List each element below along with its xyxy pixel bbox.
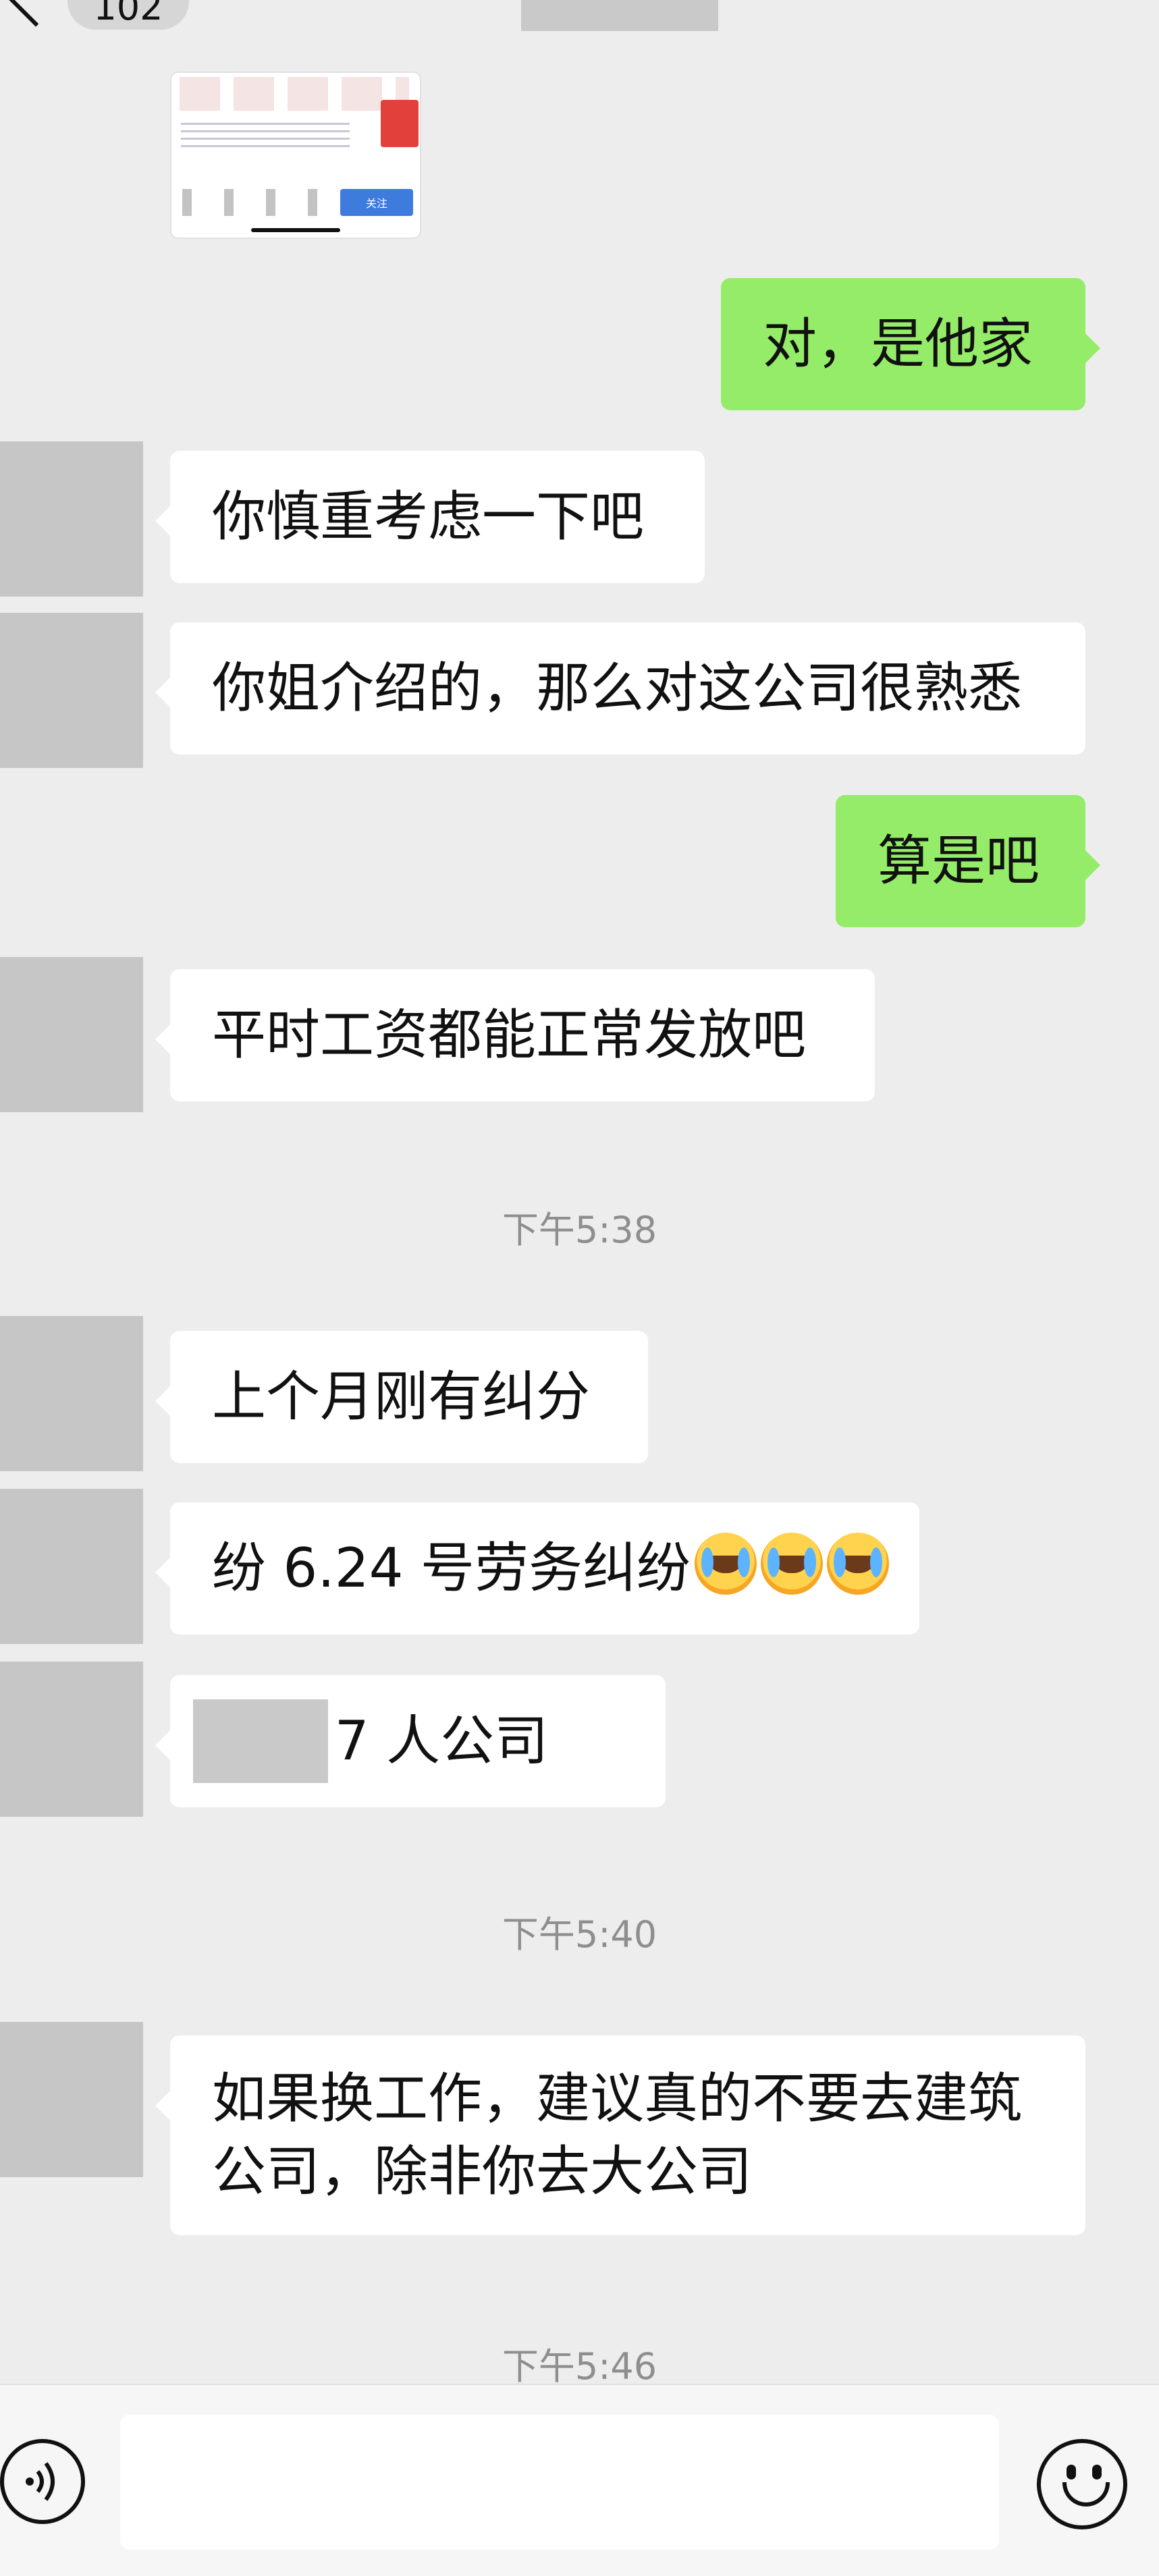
avatar[interactable] bbox=[0, 2022, 143, 2177]
message-text: 上个月刚有纠分 bbox=[212, 1365, 590, 1428]
thumbnail-red-card bbox=[381, 100, 419, 147]
message-bubble-other[interactable]: 平时工资都能正常发放吧 bbox=[155, 969, 875, 1101]
top-bar: 102 bbox=[0, 0, 1159, 40]
thumbnail-content bbox=[181, 120, 350, 147]
message-text: 平时工资都能正常发放吧 bbox=[212, 1004, 806, 1066]
message-bubble-other[interactable]: 纷 6.24 号劳务纠纷 bbox=[155, 1502, 919, 1635]
back-arrow-icon[interactable] bbox=[4, 0, 68, 27]
message-bubble-other[interactable]: 上个月刚有纠分 bbox=[155, 1331, 648, 1463]
message-input[interactable] bbox=[120, 2415, 999, 2550]
timestamp: 下午5:40 bbox=[502, 1913, 657, 1956]
input-bar bbox=[0, 2384, 1159, 2576]
message-bubble-self[interactable]: 对，是他家 bbox=[721, 278, 1100, 410]
voice-input-icon[interactable] bbox=[0, 2439, 85, 2524]
message-text: 你慎重考虑一下吧 bbox=[212, 485, 644, 548]
message-bubble-other[interactable]: 2 年 7 人公司 bbox=[155, 1675, 666, 1807]
timestamp: 下午5:46 bbox=[502, 2345, 657, 2382]
avatar[interactable] bbox=[0, 1489, 143, 1644]
unread-count-badge[interactable]: 102 bbox=[68, 0, 189, 30]
message-bubble-other[interactable]: 如果换工作，建议真的不要去建筑公司，除非你去大公司 bbox=[155, 2035, 1085, 2235]
loudly-crying-face-icon bbox=[694, 1533, 757, 1595]
message-text: 算是吧 bbox=[878, 829, 1040, 892]
message-bubble-other[interactable]: 你姐介绍的，那么对这公司很熟悉 bbox=[155, 622, 1085, 755]
message-text: 如果换工作，建议真的不要去建筑公司，除非你去大公司 bbox=[212, 2067, 1022, 2203]
message-text: 对，是他家 bbox=[763, 312, 1033, 375]
loudly-crying-face-icon bbox=[760, 1533, 823, 1595]
image-message-thumbnail[interactable]: 关注 bbox=[171, 73, 420, 238]
message-bubble-self[interactable]: 算是吧 bbox=[836, 795, 1100, 927]
timestamp: 下午5:38 bbox=[502, 1209, 657, 1251]
thumbnail-content bbox=[180, 77, 409, 111]
chat-area[interactable]: 102 关注 对，是他家 你慎重考虑一下吧 你姐介绍的，那么对这公司很熟悉 算是… bbox=[0, 0, 1159, 2382]
redaction-mask bbox=[193, 1699, 328, 1783]
loudly-crying-face-icon bbox=[826, 1533, 889, 1595]
chat-title-redacted bbox=[521, 0, 718, 31]
avatar[interactable] bbox=[0, 957, 143, 1112]
message-text: 纷 6.24 号劳务纠纷 bbox=[212, 1502, 889, 1635]
emoji-picker-icon[interactable] bbox=[1037, 2439, 1127, 2529]
thumbnail-icon-row bbox=[182, 189, 324, 216]
thumbnail-follow-button: 关注 bbox=[340, 189, 413, 216]
message-bubble-other[interactable]: 你慎重考虑一下吧 bbox=[155, 451, 705, 583]
thumbnail-home-bar bbox=[251, 228, 340, 232]
avatar[interactable] bbox=[0, 1662, 143, 1817]
avatar[interactable] bbox=[0, 613, 143, 768]
avatar[interactable] bbox=[0, 441, 143, 597]
message-text: 你姐介绍的，那么对这公司很熟悉 bbox=[212, 657, 1022, 719]
avatar[interactable] bbox=[0, 1316, 143, 1471]
